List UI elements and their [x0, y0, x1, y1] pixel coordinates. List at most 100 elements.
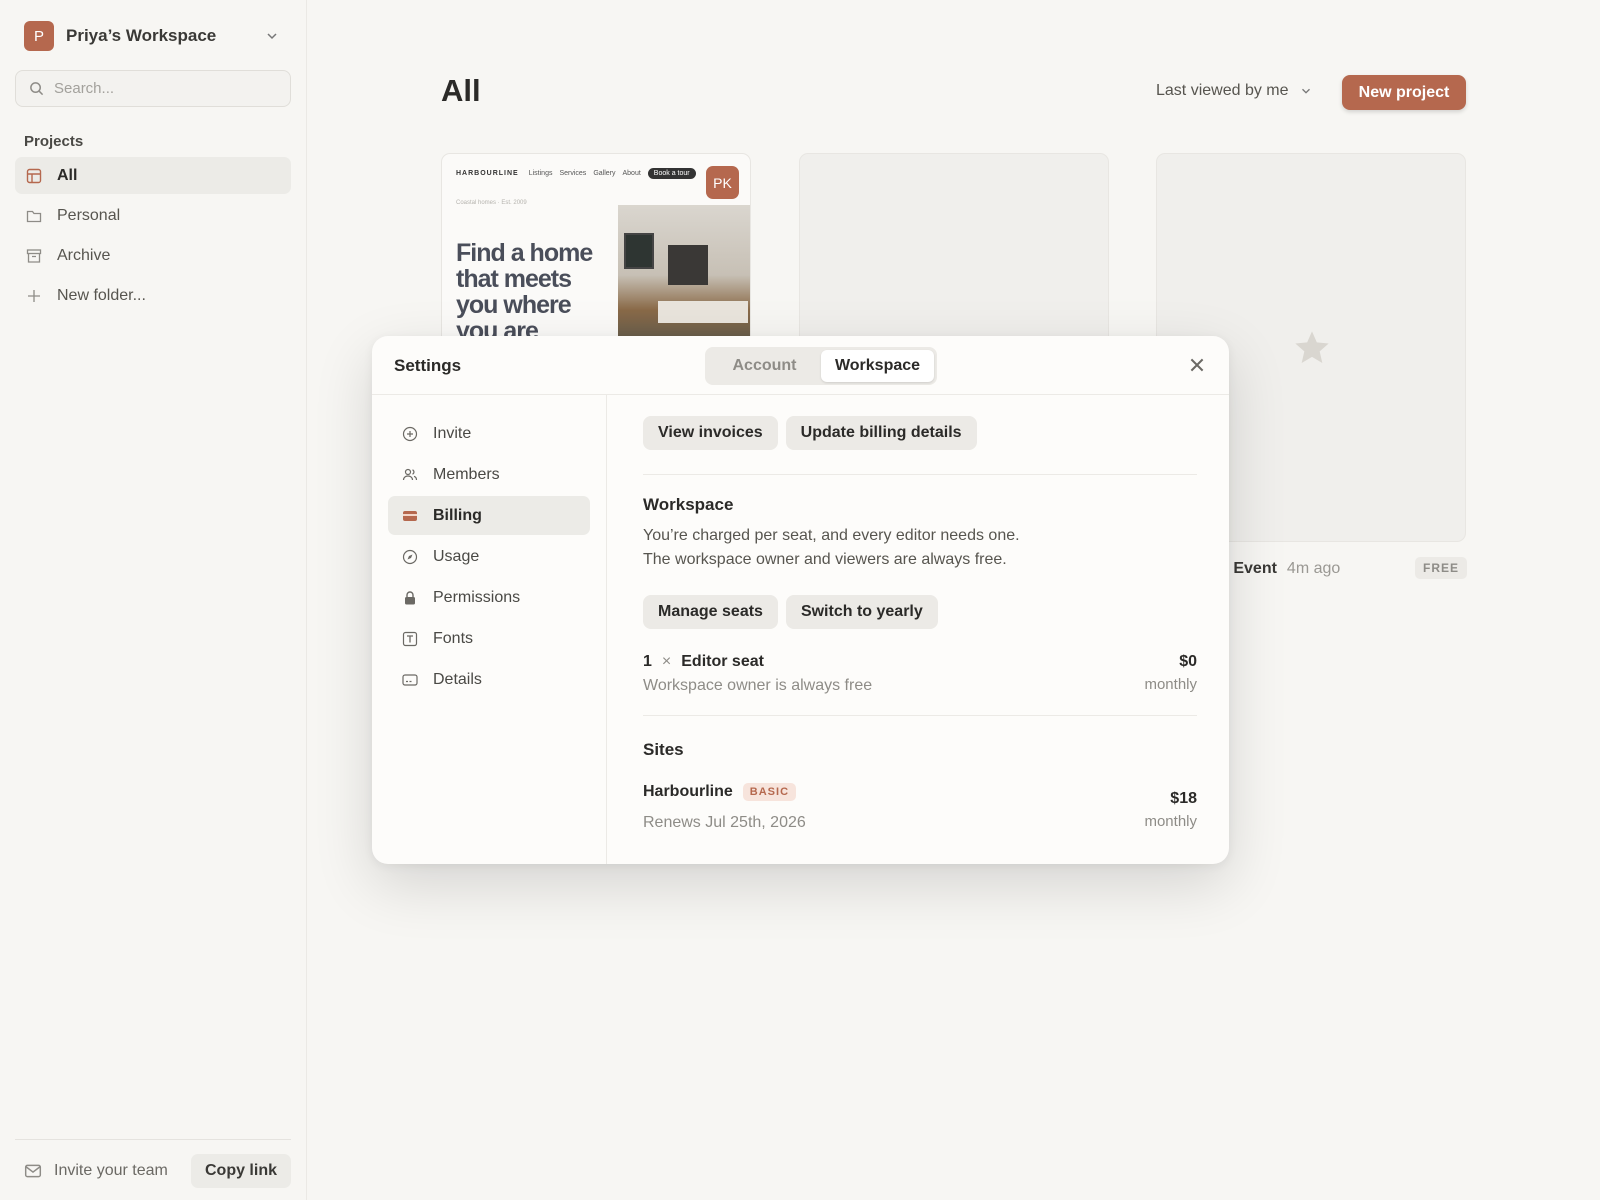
divider: [643, 474, 1197, 475]
seat-label: Editor seat: [681, 653, 764, 670]
thumbnail-island: [658, 301, 748, 323]
settings-nav-billing[interactable]: Billing: [388, 496, 590, 535]
settings-tabs: Account Workspace: [705, 347, 937, 385]
settings-nav-members[interactable]: Members: [388, 455, 590, 494]
folder-icon: [25, 207, 43, 225]
settings-nav-permissions[interactable]: Permissions: [388, 578, 590, 617]
seat-price: $0: [1179, 653, 1197, 670]
settings-nav-usage[interactable]: Usage: [388, 537, 590, 576]
thumbnail-nav: HARBOURLINE Listings Services Gallery Ab…: [456, 168, 703, 179]
project-time: 4m ago: [1286, 560, 1341, 577]
search-input[interactable]: Search...: [15, 70, 291, 107]
workspace-switcher[interactable]: P Priya’s Workspace: [16, 18, 286, 54]
mail-icon: [24, 1164, 42, 1178]
settings-nav-label: Permissions: [433, 588, 521, 606]
tab-account[interactable]: Account: [708, 350, 821, 382]
sidebar: P Priya’s Workspace Search... Projects A…: [0, 0, 307, 1200]
switch-yearly-button[interactable]: Switch to yearly: [785, 595, 938, 629]
users-icon: [401, 466, 419, 484]
settings-nav-label: Billing: [433, 506, 482, 524]
site-period: monthly: [1144, 813, 1197, 830]
seat-period: monthly: [1144, 676, 1197, 693]
star-icon: [1295, 331, 1329, 363]
sidebar-item-label: New folder...: [57, 286, 146, 304]
workspace-line-2: The workspace owner and viewers are alwa…: [643, 551, 1007, 568]
site-line: Harbourline BASIC: [643, 783, 797, 801]
seat-line: 1 × Editor seat: [643, 653, 764, 671]
sort-dropdown[interactable]: Last viewed by me: [1156, 82, 1313, 100]
settings-nav-fonts[interactable]: Fonts: [388, 619, 590, 658]
plus-circle-icon: [401, 425, 419, 443]
site-price: $18: [1170, 790, 1197, 807]
sidebar-item-all[interactable]: All: [15, 157, 291, 194]
sidebar-item-label: Personal: [57, 206, 121, 224]
sidebar-item-label: Archive: [57, 246, 111, 264]
settings-nav-invite[interactable]: Invite: [388, 414, 590, 453]
sidebar-item-personal[interactable]: Personal: [15, 197, 291, 234]
modal-title: Settings: [394, 356, 462, 375]
update-billing-button[interactable]: Update billing details: [785, 416, 977, 450]
site-renewal: Renews Jul 25th, 2026: [643, 814, 806, 831]
manage-seats-button[interactable]: Manage seats: [643, 595, 778, 629]
thumbnail-cta: Book a tour: [647, 168, 696, 179]
projects-heading: Projects: [24, 133, 84, 150]
settings-nav-label: Details: [433, 670, 482, 688]
billing-actions: View invoices Update billing details: [643, 416, 985, 450]
thumbnail-link: Services: [559, 170, 587, 177]
view-invoices-button[interactable]: View invoices: [643, 416, 778, 450]
seat-actions: Manage seats Switch to yearly: [643, 595, 946, 629]
settings-nav-details[interactable]: Details: [388, 660, 590, 699]
thumbnail-brand: HARBOURLINE: [456, 170, 519, 177]
thumbnail-link: About: [622, 170, 641, 177]
seat-note: Workspace owner is always free: [643, 677, 873, 694]
sidebar-item-new-folder[interactable]: New folder...: [15, 277, 291, 314]
site-name: Harbourline: [643, 783, 733, 800]
times-sign: ×: [661, 653, 672, 670]
thumbnail-window: [624, 233, 654, 269]
sites-heading: Sites: [643, 740, 684, 759]
card-icon: [401, 671, 419, 689]
workspace-name: Priya’s Workspace: [66, 26, 217, 45]
thumbnail-headline: Find a home that meets you where you are: [456, 239, 593, 345]
settings-nav-label: Members: [433, 465, 500, 483]
type-icon: [401, 630, 419, 648]
project-card-meta: e Event 4m ago: [1220, 560, 1340, 578]
compass-icon: [401, 548, 419, 566]
credit-card-icon: [401, 507, 419, 525]
plan-badge: FREE: [1415, 557, 1468, 579]
plus-icon: [25, 287, 43, 305]
new-project-button[interactable]: New project: [1342, 75, 1466, 110]
layout-icon: [25, 167, 43, 185]
copy-link-button[interactable]: Copy link: [190, 1154, 291, 1188]
settings-modal: Settings Account Workspace Invite Member…: [372, 336, 1229, 864]
archive-icon: [25, 247, 43, 265]
sidebar-footer: Invite your team Copy link: [15, 1139, 291, 1188]
thumbnail-kitchen-image: [618, 205, 750, 345]
close-icon[interactable]: [1187, 355, 1207, 375]
thumbnail-cabinet: [668, 245, 708, 285]
page-title: All: [441, 73, 481, 108]
thumbnail-link: Gallery: [593, 170, 616, 177]
search-placeholder: Search...: [54, 80, 115, 97]
seat-quantity: 1: [643, 653, 652, 670]
sidebar-item-archive[interactable]: Archive: [15, 237, 291, 274]
workspace-avatar: P: [24, 21, 54, 51]
workspace-heading: Workspace: [643, 495, 734, 514]
invite-team-label[interactable]: Invite your team: [54, 1162, 191, 1180]
sort-label: Last viewed by me: [1156, 82, 1289, 99]
settings-nav-label: Invite: [433, 424, 472, 442]
workspace-line-1: You’re charged per seat, and every edito…: [643, 527, 1020, 544]
tab-workspace[interactable]: Workspace: [821, 350, 934, 382]
divider: [643, 715, 1197, 716]
settings-nav: Invite Members Billing Usage Permissions…: [372, 395, 607, 864]
projects-nav: All Personal Archive New folder...: [15, 157, 291, 317]
lock-icon: [401, 589, 419, 607]
thumbnail-link: Listings: [528, 170, 553, 177]
chevron-down-icon: [267, 33, 277, 40]
plan-badge: BASIC: [742, 783, 797, 801]
workspace-description: You’re charged per seat, and every edito…: [643, 524, 1020, 572]
sidebar-item-label: All: [57, 166, 78, 184]
chevron-down-icon: [1301, 88, 1310, 94]
search-icon: [30, 82, 44, 96]
settings-nav-label: Usage: [433, 547, 480, 565]
